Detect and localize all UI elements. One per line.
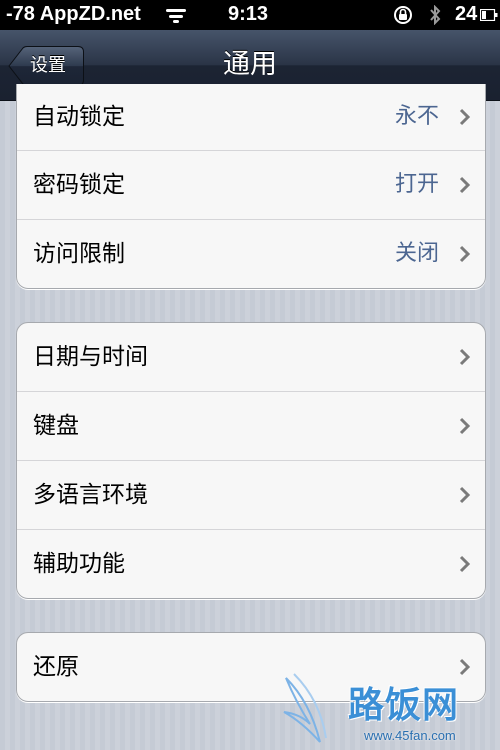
row-international[interactable]: 多语言环境 bbox=[17, 460, 485, 529]
status-time: 9:13 bbox=[228, 3, 269, 25]
row-label: 密码锁定 bbox=[33, 172, 125, 198]
battery-percent: 24 bbox=[455, 3, 478, 25]
settings-group-lock: 自动锁定 永不 密码锁定 打开 访问限制 关闭 bbox=[16, 84, 486, 289]
chevron-right-icon bbox=[459, 417, 471, 435]
chevron-right-icon bbox=[459, 555, 471, 573]
chevron-right-icon bbox=[459, 486, 471, 504]
settings-group-general: 日期与时间 键盘 多语言环境 辅助功能 bbox=[16, 322, 486, 599]
row-restrictions[interactable]: 访问限制 关闭 bbox=[17, 219, 485, 288]
wifi-icon bbox=[166, 9, 186, 23]
row-label: 访问限制 bbox=[33, 241, 125, 267]
chevron-right-icon bbox=[459, 245, 471, 263]
row-auto-lock[interactable]: 自动锁定 永不 bbox=[17, 84, 485, 150]
row-date-time[interactable]: 日期与时间 bbox=[17, 323, 485, 391]
status-bar: -78 AppZD.net 9:13 24 bbox=[0, 0, 500, 30]
settings-group-reset: 还原 bbox=[16, 632, 486, 702]
row-label: 辅助功能 bbox=[33, 551, 125, 577]
row-label: 键盘 bbox=[33, 413, 79, 439]
rotation-lock-icon bbox=[394, 6, 412, 24]
row-passcode-lock[interactable]: 密码锁定 打开 bbox=[17, 150, 485, 219]
battery-icon bbox=[480, 9, 498, 21]
row-label: 日期与时间 bbox=[33, 344, 148, 370]
bluetooth-icon bbox=[430, 5, 441, 25]
row-reset[interactable]: 还原 bbox=[17, 633, 485, 701]
chevron-right-icon bbox=[459, 658, 471, 676]
chevron-right-icon bbox=[459, 348, 471, 366]
row-accessibility[interactable]: 辅助功能 bbox=[17, 529, 485, 598]
chevron-right-icon bbox=[459, 108, 471, 126]
row-label: 自动锁定 bbox=[33, 104, 125, 130]
row-value: 关闭 bbox=[394, 241, 439, 266]
watermark-url: www.45fan.com bbox=[364, 728, 456, 743]
chevron-right-icon bbox=[459, 176, 471, 194]
row-label: 还原 bbox=[33, 654, 79, 680]
row-keyboard[interactable]: 键盘 bbox=[17, 391, 485, 460]
back-button-label: 设置 bbox=[30, 55, 66, 76]
carrier-name: -78 AppZD.net bbox=[6, 3, 141, 25]
row-label: 多语言环境 bbox=[33, 482, 148, 508]
row-value: 永不 bbox=[394, 104, 439, 129]
row-value: 打开 bbox=[394, 172, 439, 197]
